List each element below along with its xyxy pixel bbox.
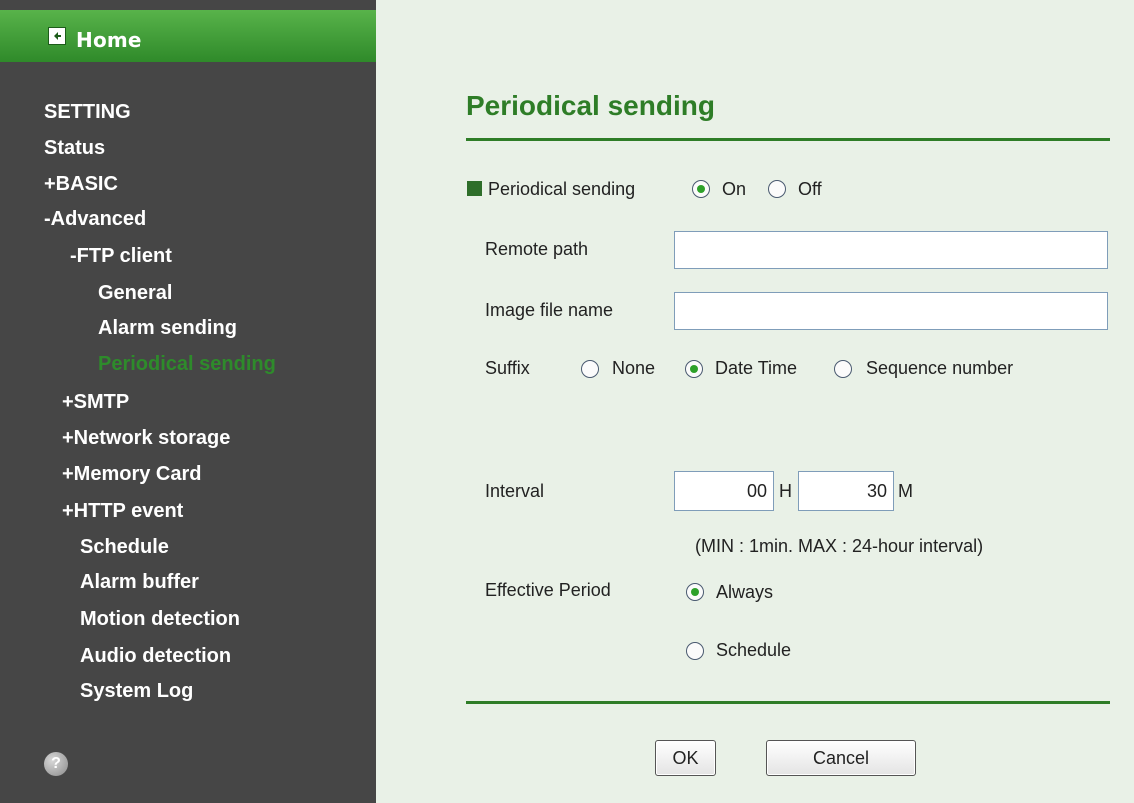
sidebar-item-alarm-buffer[interactable]: Alarm buffer <box>80 571 199 594</box>
ok-button[interactable]: OK <box>655 740 716 776</box>
suffix-date-time-radio[interactable] <box>685 360 703 378</box>
sidebar-item-alarm-sending[interactable]: Alarm sending <box>98 317 237 340</box>
sidebar-item-advanced[interactable]: -Advanced <box>44 208 146 231</box>
image-file-name-label: Image file name <box>485 300 614 320</box>
sidebar-item-system-log[interactable]: System Log <box>80 680 193 703</box>
sidebar-item-http-event[interactable]: +HTTP event <box>62 500 183 523</box>
sidebar-item-motion-detection[interactable]: Motion detection <box>80 608 240 631</box>
sidebar-item-periodical-sending[interactable]: Periodical sending <box>98 353 276 376</box>
suffix-sequence-number-radio[interactable] <box>834 360 852 378</box>
sidebar-item-schedule[interactable]: Schedule <box>80 536 169 559</box>
interval-hint: (MIN : 1min. MAX : 24-hour interval) <box>695 536 984 556</box>
sidebar-item-memory-card[interactable]: +Memory Card <box>62 463 202 486</box>
sidebar-item-network-storage[interactable]: +Network storage <box>62 427 230 450</box>
interval-label: Interval <box>485 481 545 501</box>
interval-hours-input[interactable] <box>674 471 774 511</box>
sidebar-item-status[interactable]: Status <box>44 137 105 160</box>
suffix-label: Suffix <box>485 358 530 378</box>
effective-always-label: Always <box>716 582 774 602</box>
effective-schedule-label: Schedule <box>716 640 792 660</box>
effective-period-label: Effective Period <box>485 580 611 600</box>
cancel-button[interactable]: Cancel <box>766 740 916 776</box>
suffix-none-radio[interactable] <box>581 360 599 378</box>
effective-schedule-radio[interactable] <box>686 642 704 660</box>
sidebar-item-basic[interactable]: +BASIC <box>44 173 118 196</box>
sidebar-item-smtp[interactable]: +SMTP <box>62 391 129 414</box>
remote-path-label: Remote path <box>485 239 589 259</box>
periodical-on-radio[interactable] <box>692 180 710 198</box>
back-arrow-icon[interactable] <box>48 27 66 45</box>
image-file-name-input[interactable] <box>674 292 1108 330</box>
periodical-sending-label: Periodical sending <box>488 179 636 199</box>
suffix-sequence-number-label: Sequence number <box>866 358 1014 378</box>
periodical-off-radio[interactable] <box>768 180 786 198</box>
hours-unit-label: H <box>779 481 792 501</box>
home-link[interactable]: Home <box>76 28 142 52</box>
periodical-off-label: Off <box>798 179 822 199</box>
page-title: Periodical sending <box>466 90 715 121</box>
help-icon[interactable]: ? <box>44 752 68 776</box>
section-bullet-icon <box>467 181 482 196</box>
remote-path-input[interactable] <box>674 231 1108 269</box>
sidebar-item-general[interactable]: General <box>98 282 172 305</box>
periodical-on-label: On <box>722 179 747 199</box>
suffix-date-time-label: Date Time <box>715 358 798 378</box>
sidebar: Home SETTING Status +BASIC -Advanced -FT… <box>0 0 376 803</box>
sidebar-item-setting[interactable]: SETTING <box>44 101 131 124</box>
sidebar-item-ftp-client[interactable]: -FTP client <box>70 245 172 268</box>
interval-minutes-input[interactable] <box>798 471 894 511</box>
minutes-unit-label: M <box>898 481 913 501</box>
effective-always-radio[interactable] <box>686 583 704 601</box>
suffix-none-label: None <box>612 358 656 378</box>
title-divider <box>466 138 1110 141</box>
bottom-divider <box>466 701 1110 704</box>
sidebar-item-audio-detection[interactable]: Audio detection <box>80 645 231 668</box>
